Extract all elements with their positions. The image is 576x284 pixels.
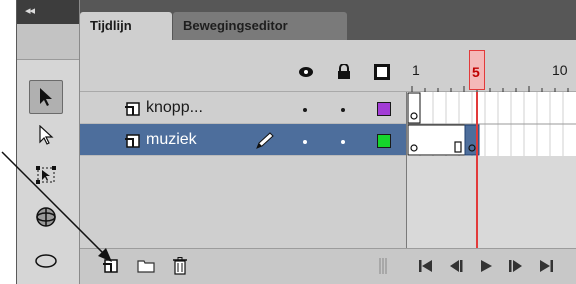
timeline-header: 1 10 bbox=[80, 40, 576, 92]
lock-dot[interactable] bbox=[341, 108, 345, 112]
timeline-panel: Tijdlijn Bewegingseditor 1 10 5 knopp...… bbox=[80, 0, 576, 284]
collapse-icon[interactable]: ◂◂ bbox=[25, 4, 35, 17]
timeline-bottom-toolbar bbox=[80, 248, 576, 284]
subselection-icon bbox=[39, 125, 54, 145]
lock-dot[interactable] bbox=[341, 140, 345, 144]
go-to-last-frame-icon[interactable] bbox=[536, 257, 556, 275]
ruler-label-10: 10 bbox=[552, 62, 568, 78]
annotation-arrow bbox=[1, 151, 112, 262]
playhead-line bbox=[476, 92, 478, 248]
tab-timeline[interactable]: Tijdlijn bbox=[80, 12, 172, 40]
subselection-tool-button[interactable] bbox=[29, 118, 63, 152]
new-folder-icon[interactable] bbox=[136, 257, 156, 275]
step-forward-icon[interactable] bbox=[506, 257, 526, 275]
arrow-pointer-icon bbox=[40, 88, 52, 106]
eye-icon[interactable] bbox=[298, 64, 314, 80]
frame-cells[interactable] bbox=[407, 92, 576, 156]
outline-square-icon[interactable] bbox=[374, 64, 390, 80]
panel-tab-bar: Tijdlijn Bewegingseditor bbox=[80, 0, 576, 40]
visibility-dot[interactable] bbox=[303, 140, 307, 144]
current-frame-label: 5 bbox=[472, 64, 480, 80]
frame-grid-area[interactable] bbox=[406, 92, 576, 248]
layer-list: knopp... muziek bbox=[80, 92, 406, 248]
layer-row-muziek[interactable]: muziek bbox=[80, 124, 406, 156]
layer-icon bbox=[125, 102, 140, 116]
lock-icon[interactable] bbox=[336, 64, 352, 80]
delete-layer-icon[interactable] bbox=[170, 257, 190, 275]
layer-row-knopp[interactable]: knopp... bbox=[80, 92, 406, 124]
go-to-first-frame-icon[interactable] bbox=[416, 257, 436, 275]
step-back-icon[interactable] bbox=[446, 257, 466, 275]
play-icon[interactable] bbox=[476, 257, 496, 275]
tools-panel-strip bbox=[17, 24, 79, 60]
selection-tool-button[interactable] bbox=[29, 80, 63, 114]
layer-color-swatch[interactable] bbox=[377, 134, 391, 148]
frame-ruler[interactable] bbox=[406, 80, 576, 92]
visibility-dot[interactable] bbox=[303, 108, 307, 112]
layer-icon bbox=[125, 134, 140, 148]
layer-name[interactable]: knopp... bbox=[146, 99, 203, 117]
tab-motion-editor[interactable]: Bewegingseditor bbox=[173, 12, 347, 40]
pencil-icon bbox=[256, 132, 274, 149]
resize-grip-icon[interactable] bbox=[378, 257, 388, 275]
layer-name[interactable]: muziek bbox=[146, 131, 197, 149]
tools-panel-header: ◂◂ bbox=[17, 0, 79, 24]
ruler-label-1: 1 bbox=[412, 62, 420, 78]
layer-color-swatch[interactable] bbox=[377, 102, 391, 116]
